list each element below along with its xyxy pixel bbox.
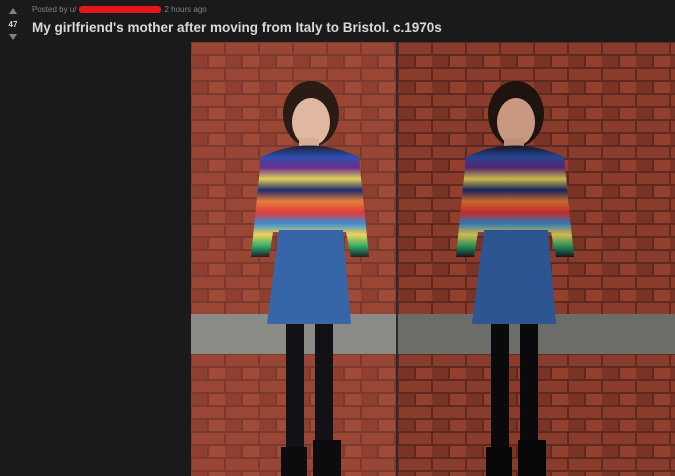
- post-meta: Posted by u/ 2 hours ago: [32, 5, 207, 14]
- upvote-arrow-icon[interactable]: [9, 8, 17, 14]
- post-title[interactable]: My girlfriend's mother after moving from…: [32, 20, 442, 35]
- post-image[interactable]: [191, 42, 675, 476]
- downvote-arrow-icon[interactable]: [9, 34, 17, 40]
- redacted-username[interactable]: [79, 6, 162, 13]
- vote-column: 47: [0, 0, 26, 40]
- posted-by-label: Posted by u/: [32, 5, 77, 14]
- post-score: 47: [8, 20, 18, 29]
- post-time: 2 hours ago: [164, 5, 207, 14]
- photo-left: [191, 42, 396, 476]
- photo-right: [398, 42, 675, 476]
